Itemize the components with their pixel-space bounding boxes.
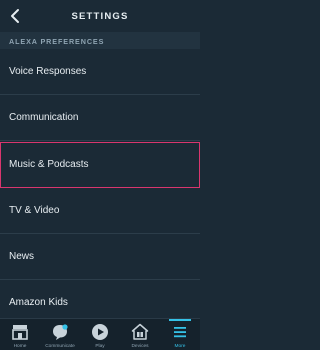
tab-label: Communicate	[45, 344, 75, 349]
devices-icon	[131, 323, 149, 340]
settings-row-tv-video[interactable]: TV & Video	[0, 188, 200, 234]
tab-label: Devices	[131, 344, 149, 349]
row-label: TV & Video	[9, 205, 60, 216]
bottom-tab-bar: Home Communicate Play Devices More	[0, 318, 200, 350]
menu-icon	[174, 327, 186, 338]
section-label: ALEXA PREFERENCES	[9, 37, 105, 46]
page-title: SETTINGS	[71, 11, 129, 22]
row-label: Music & Podcasts	[9, 159, 89, 170]
settings-row-voice-responses[interactable]: Voice Responses	[0, 49, 200, 95]
row-label: Voice Responses	[9, 66, 87, 77]
row-label: Communication	[9, 112, 79, 123]
row-label: Amazon Kids	[9, 297, 68, 308]
section-header: ALEXA PREFERENCES	[0, 32, 200, 49]
active-tab-indicator	[169, 319, 191, 321]
app-header: SETTINGS	[0, 0, 200, 32]
settings-row-music-podcasts[interactable]: Music & Podcasts	[0, 142, 200, 188]
tab-label: More	[174, 344, 186, 349]
settings-row-communication[interactable]: Communication	[0, 95, 200, 141]
tab-devices[interactable]: Devices	[120, 319, 160, 350]
tab-play[interactable]: Play	[80, 319, 120, 350]
tab-label: Play	[95, 344, 105, 349]
tab-communicate[interactable]: Communicate	[40, 319, 80, 350]
settings-row-news[interactable]: News	[0, 234, 200, 280]
tab-label: Home	[13, 344, 27, 349]
home-icon	[12, 325, 28, 340]
tab-more[interactable]: More	[160, 319, 200, 350]
tab-home[interactable]: Home	[0, 319, 40, 350]
play-icon	[92, 324, 108, 340]
row-label: News	[9, 251, 35, 262]
chat-icon	[53, 324, 68, 340]
